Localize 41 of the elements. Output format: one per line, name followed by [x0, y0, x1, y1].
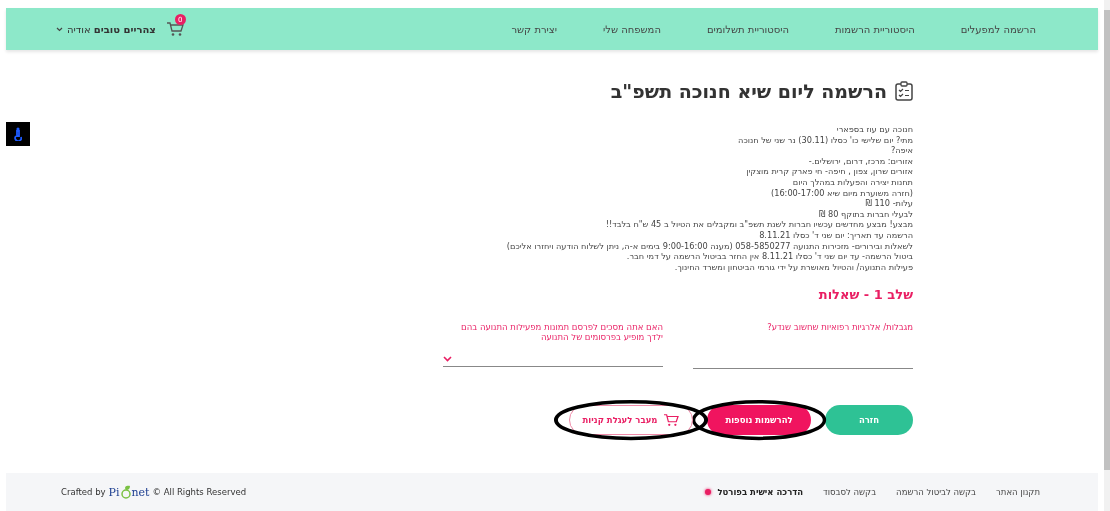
footer-link[interactable]: הדרכה אישית בפורטל [717, 487, 804, 497]
cart-icon[interactable] [165, 21, 184, 37]
nav-link[interactable]: הרשמה למפעלים [960, 23, 1036, 35]
description-line: הרשמה עד תאריך: יום שני ד' כסלו 8.11.21 [758, 229, 913, 241]
description-line: מתי? יום שלישי כו' כסלו (30.11) נר שני של חנוכה [737, 134, 913, 146]
description-line: (חזרה משוערת מיום שיא 16:00-17:00) [770, 187, 913, 199]
description-line: מבצע! מבצע מחדשים עכשיו חברות לשנת תשפ"ב ומקבלים את הטיול ב 45 ש"ח בלבד!! [604, 219, 913, 230]
clipboard-icon [895, 81, 913, 101]
accessibility-icon [14, 127, 22, 141]
description-line: לבעלי חברות בתוקף 80 ₪ [818, 208, 913, 220]
footer-link[interactable]: תקנון האתר [996, 487, 1040, 497]
company-logo: Pi net [108, 485, 150, 499]
scrollbar[interactable] [1104, 0, 1110, 511]
step-title: שלב 1 - שאלות [817, 287, 913, 303]
description-line: אזורים שרון, צפון , חיפה- חי פארק קרית מוצקין [745, 166, 913, 177]
more-registrations-button[interactable]: להרשמות נוספות [707, 405, 811, 436]
description-line: לשאלות ובירורים- מזכירות התנועה 058-5850277 (מענה 9:00-16:00 בימים א-ה, ניתן לשלוח הודעה ויחזרו אליכם) [505, 240, 913, 252]
nav-link[interactable]: המשפחה שלי [603, 23, 661, 35]
go-to-cart-button[interactable]: מעבר לעגלת קניות [569, 405, 693, 436]
page-title: הרשמה ליום שיא חנוכה תשפ"ב [610, 80, 887, 102]
footer-link[interactable]: בקשה לסבסוד [823, 487, 877, 497]
description-line: פעילות התנועה/ והטיול מאושרת על ידי גורמי הביטחון ומשרד החינוך. [673, 261, 913, 273]
description-line: ביטול הרשמה- עד יום שני ד' כסלו 8.11.21 אין החזר בביטול הרשמה על דמי חבר. [625, 251, 913, 262]
question-label: האם אתה מסכים לפרסם תמונות מפעילות התנועה בהם ילדך מופיע בפרסומים של התנועה [460, 322, 663, 345]
nav-link[interactable]: היסטוריית תשלומים [706, 23, 789, 35]
description-line: איפה? [889, 145, 913, 156]
chevron-down-icon [443, 356, 452, 363]
description-line: עלות- 110 ₪ [864, 198, 913, 209]
crafted-by-text: Crafted by [61, 487, 106, 497]
description-line: אזורים: מרכז, דרום, ירושלים.- [807, 155, 913, 167]
user-menu[interactable]: צהריים טובים אודיה [67, 23, 156, 35]
footer-link[interactable]: בקשה לביטול הרשמה [896, 487, 976, 497]
accessibility-button[interactable] [6, 122, 30, 146]
question-label: מגבלות/ אלרגיות רפואיות שחשוב שנדע? [766, 322, 913, 335]
nav-link[interactable]: היסטוריית הרשמות [835, 23, 915, 35]
caret-icon [56, 26, 63, 32]
cart-icon [663, 413, 680, 428]
description-line: תחנות יצירה והפעלות במהלך היום [791, 176, 913, 188]
description-line: חנוכה עם עוז בספארי [835, 124, 913, 135]
copyright-text: © All Rights Reserved [152, 487, 247, 497]
nav-link[interactable]: יצירת קשר [511, 23, 557, 35]
